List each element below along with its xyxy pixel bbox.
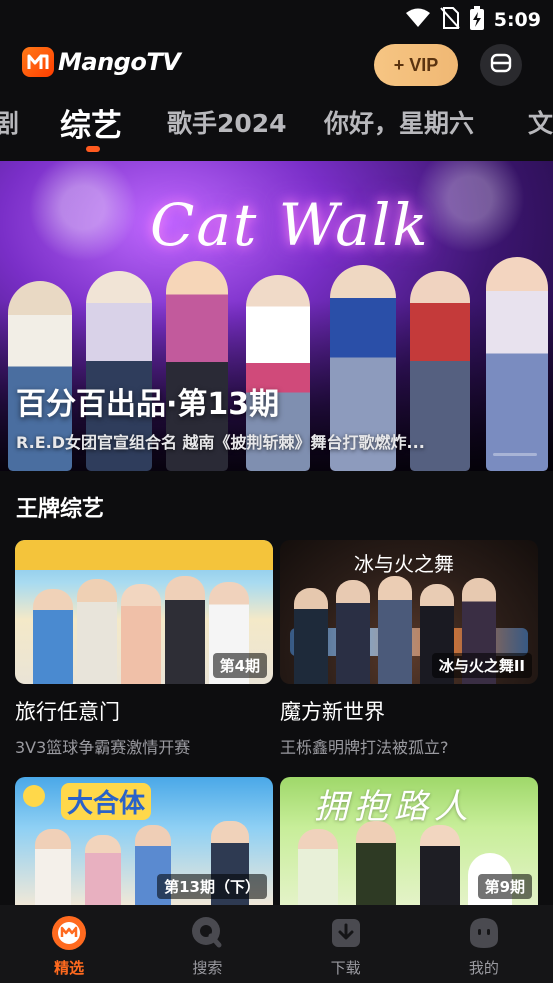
banner-subtitle: R.E.D女团官宣组合名 越南《披荆斩棘》舞台打歌燃炸... (16, 433, 425, 452)
show-logo-text: 冰与火之舞 (354, 552, 454, 576)
nav-search[interactable]: 搜索 (138, 905, 276, 983)
nav-download[interactable]: 下载 (277, 905, 415, 983)
mango-logo-icon (22, 47, 54, 77)
show-name-badge: 冰与火之舞II (431, 653, 532, 678)
tab-variety[interactable]: 综艺 (60, 100, 122, 145)
show-card[interactable]: 冰与火之舞 冰与火之舞II 魔方新世界 王栎鑫明牌打法被孤立? (280, 540, 538, 758)
mango-home-icon (51, 915, 87, 951)
tab-drama[interactable]: 剧 (0, 104, 19, 140)
tab-hello-saturday[interactable]: 你好，星期六 (324, 104, 474, 140)
card-title: 魔方新世界 (280, 700, 385, 724)
profile-icon (466, 915, 502, 951)
banner-pagination (493, 453, 537, 456)
download-icon (328, 915, 364, 951)
show-card[interactable]: 拥抱路人 第9期 (280, 777, 538, 905)
active-tab-indicator (86, 146, 100, 152)
card-thumbnail: 冰与火之舞 冰与火之舞II (280, 540, 538, 684)
nav-label: 精选 (54, 959, 85, 977)
search-icon (189, 915, 225, 951)
show-card[interactable]: 大合体 第13期（下） (15, 777, 273, 905)
logo-text: MangoTV (58, 48, 181, 76)
wifi-icon (405, 8, 430, 32)
bottom-navigation: 精选 搜索 下载 我的 (0, 905, 553, 983)
tab-singer-2024[interactable]: 歌手2024 (167, 104, 287, 140)
channel-tabs: 剧 综艺 歌手2024 你好，星期六 文 (0, 96, 553, 156)
status-time: 5:09 (493, 9, 541, 31)
banner-title: 百分百出品·第13期 (16, 387, 280, 422)
episode-badge: 第9期 (477, 874, 532, 899)
card-subtitle: 3V3篮球争霸赛激情开赛 (15, 738, 191, 757)
status-icons: 5:09 (405, 6, 541, 34)
nav-label: 我的 (468, 959, 499, 977)
card-thumbnail: 大合体 第13期（下） (15, 777, 273, 905)
nav-label: 下载 (330, 959, 361, 977)
section-title: 王牌综艺 (14, 491, 105, 523)
show-logo-text: 大合体 (61, 783, 152, 820)
card-title: 旅行任意门 (15, 700, 120, 724)
nav-profile[interactable]: 我的 (415, 905, 553, 983)
show-card[interactable]: 第4期 旅行任意门 3V3篮球争霸赛激情开赛 (15, 540, 273, 758)
nav-featured[interactable]: 精选 (0, 905, 138, 983)
tab-culture[interactable]: 文 (528, 104, 553, 140)
section-title-text: 王牌综艺 (16, 497, 105, 522)
battery-charging-icon (469, 6, 484, 34)
episode-badge: 第4期 (212, 653, 267, 678)
card-thumbnail: 拥抱路人 第9期 (280, 777, 538, 905)
episode-badge: 第13期（下） (157, 874, 267, 899)
card-subtitle: 王栎鑫明牌打法被孤立? (280, 738, 449, 757)
channel-menu-icon (490, 52, 512, 78)
card-thumbnail: 第4期 (15, 540, 273, 684)
vip-button[interactable]: + VIP (374, 44, 458, 86)
status-bar: 5:09 (0, 0, 553, 38)
hero-banner[interactable]: Cat Walk 百分百出品·第13期 R.E.D女团官宣组合名 越南《披荆斩棘… (0, 161, 553, 471)
no-sim-icon (439, 7, 460, 33)
nav-label: 搜索 (192, 959, 223, 977)
mangotv-logo[interactable]: MangoTV (22, 47, 181, 77)
app-header: MangoTV + VIP (0, 38, 553, 94)
show-logo-text: 拥抱路人 (314, 787, 474, 827)
channel-menu-button[interactable] (480, 44, 522, 86)
